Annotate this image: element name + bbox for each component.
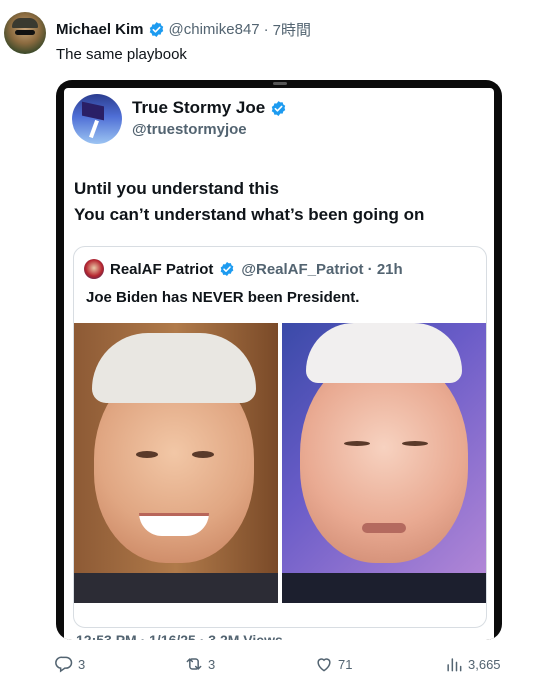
embedded-handle: @truestormyjoe (132, 121, 247, 138)
mouth (362, 523, 406, 533)
photo-right (282, 323, 486, 603)
quoted-avatar (84, 259, 104, 279)
reply-button[interactable]: 3 (54, 654, 85, 674)
reply-icon (55, 656, 73, 673)
eye-left-2 (192, 451, 214, 458)
like-count: 71 (338, 656, 353, 672)
quoted-name: RealAF Patriot (110, 260, 214, 278)
quoted-header: RealAF Patriot @RealAF_Patriot · 21h (84, 259, 403, 279)
repost-count: 3 (208, 656, 216, 672)
author-handle[interactable]: @chimike847 (169, 21, 260, 38)
repost-icon (186, 658, 202, 670)
embedded-name-row: True Stormy Joe (132, 98, 287, 118)
post-header: Michael Kim @chimike847 · 7時間 (56, 18, 311, 40)
views-chart-icon (447, 658, 462, 672)
post-text: The same playbook (56, 46, 187, 63)
embedded-footer: 12:53 PM · 1/16/25 · 3.2M Views (76, 632, 283, 640)
verified-badge-icon (149, 21, 163, 37)
hair-right (306, 323, 462, 383)
like-button[interactable]: 71 (314, 654, 352, 674)
eye-right-1 (344, 441, 370, 446)
embedded-text-line2: You can’t understand what’s been going o… (74, 205, 425, 224)
embedded-header: True Stormy Joe @truestormyjoe (132, 98, 287, 138)
quoted-verified-badge-icon (221, 262, 234, 276)
embedded-verified-badge-icon (271, 100, 286, 116)
avatar-cap (12, 18, 38, 28)
suit-right (282, 573, 486, 603)
views-button[interactable]: 3,665 (444, 654, 501, 674)
reply-count: 3 (78, 656, 86, 672)
suit-left (74, 573, 278, 603)
embedded-screenshot: True Stormy Joe @truestormyjoe Until you… (64, 88, 494, 640)
views-count: 3,665 (468, 656, 501, 672)
quoted-photos (74, 323, 486, 603)
author-name[interactable]: Michael Kim (56, 21, 144, 38)
embedded-text: Until you understand this You can’t unde… (74, 176, 494, 228)
embedded-avatar (72, 94, 122, 144)
quoted-text: Joe Biden has NEVER been President. (86, 289, 360, 306)
flag-icon (82, 101, 104, 121)
media-handle-bar (273, 82, 287, 85)
embedded-text-line1: Until you understand this (74, 179, 279, 198)
heart-icon (317, 658, 331, 672)
eye-right-2 (402, 441, 428, 446)
action-bar: 3 3 71 3,665 (54, 654, 514, 678)
photo-left (74, 323, 278, 603)
author-avatar[interactable] (4, 12, 46, 54)
post-time[interactable]: 7時間 (273, 19, 311, 40)
avatar-glasses (15, 30, 35, 35)
lightning-icon (89, 119, 99, 139)
quoted-post: RealAF Patriot @RealAF_Patriot · 21h Joe… (73, 246, 487, 628)
quoted-handle: @RealAF_Patriot · 21h (241, 260, 403, 278)
embedded-name: True Stormy Joe (132, 98, 266, 117)
hair-left (92, 333, 256, 403)
eye-left-1 (136, 451, 158, 458)
separator-dot: · (263, 20, 269, 38)
post-media[interactable]: True Stormy Joe @truestormyjoe Until you… (56, 80, 502, 640)
repost-button[interactable]: 3 (184, 654, 215, 674)
